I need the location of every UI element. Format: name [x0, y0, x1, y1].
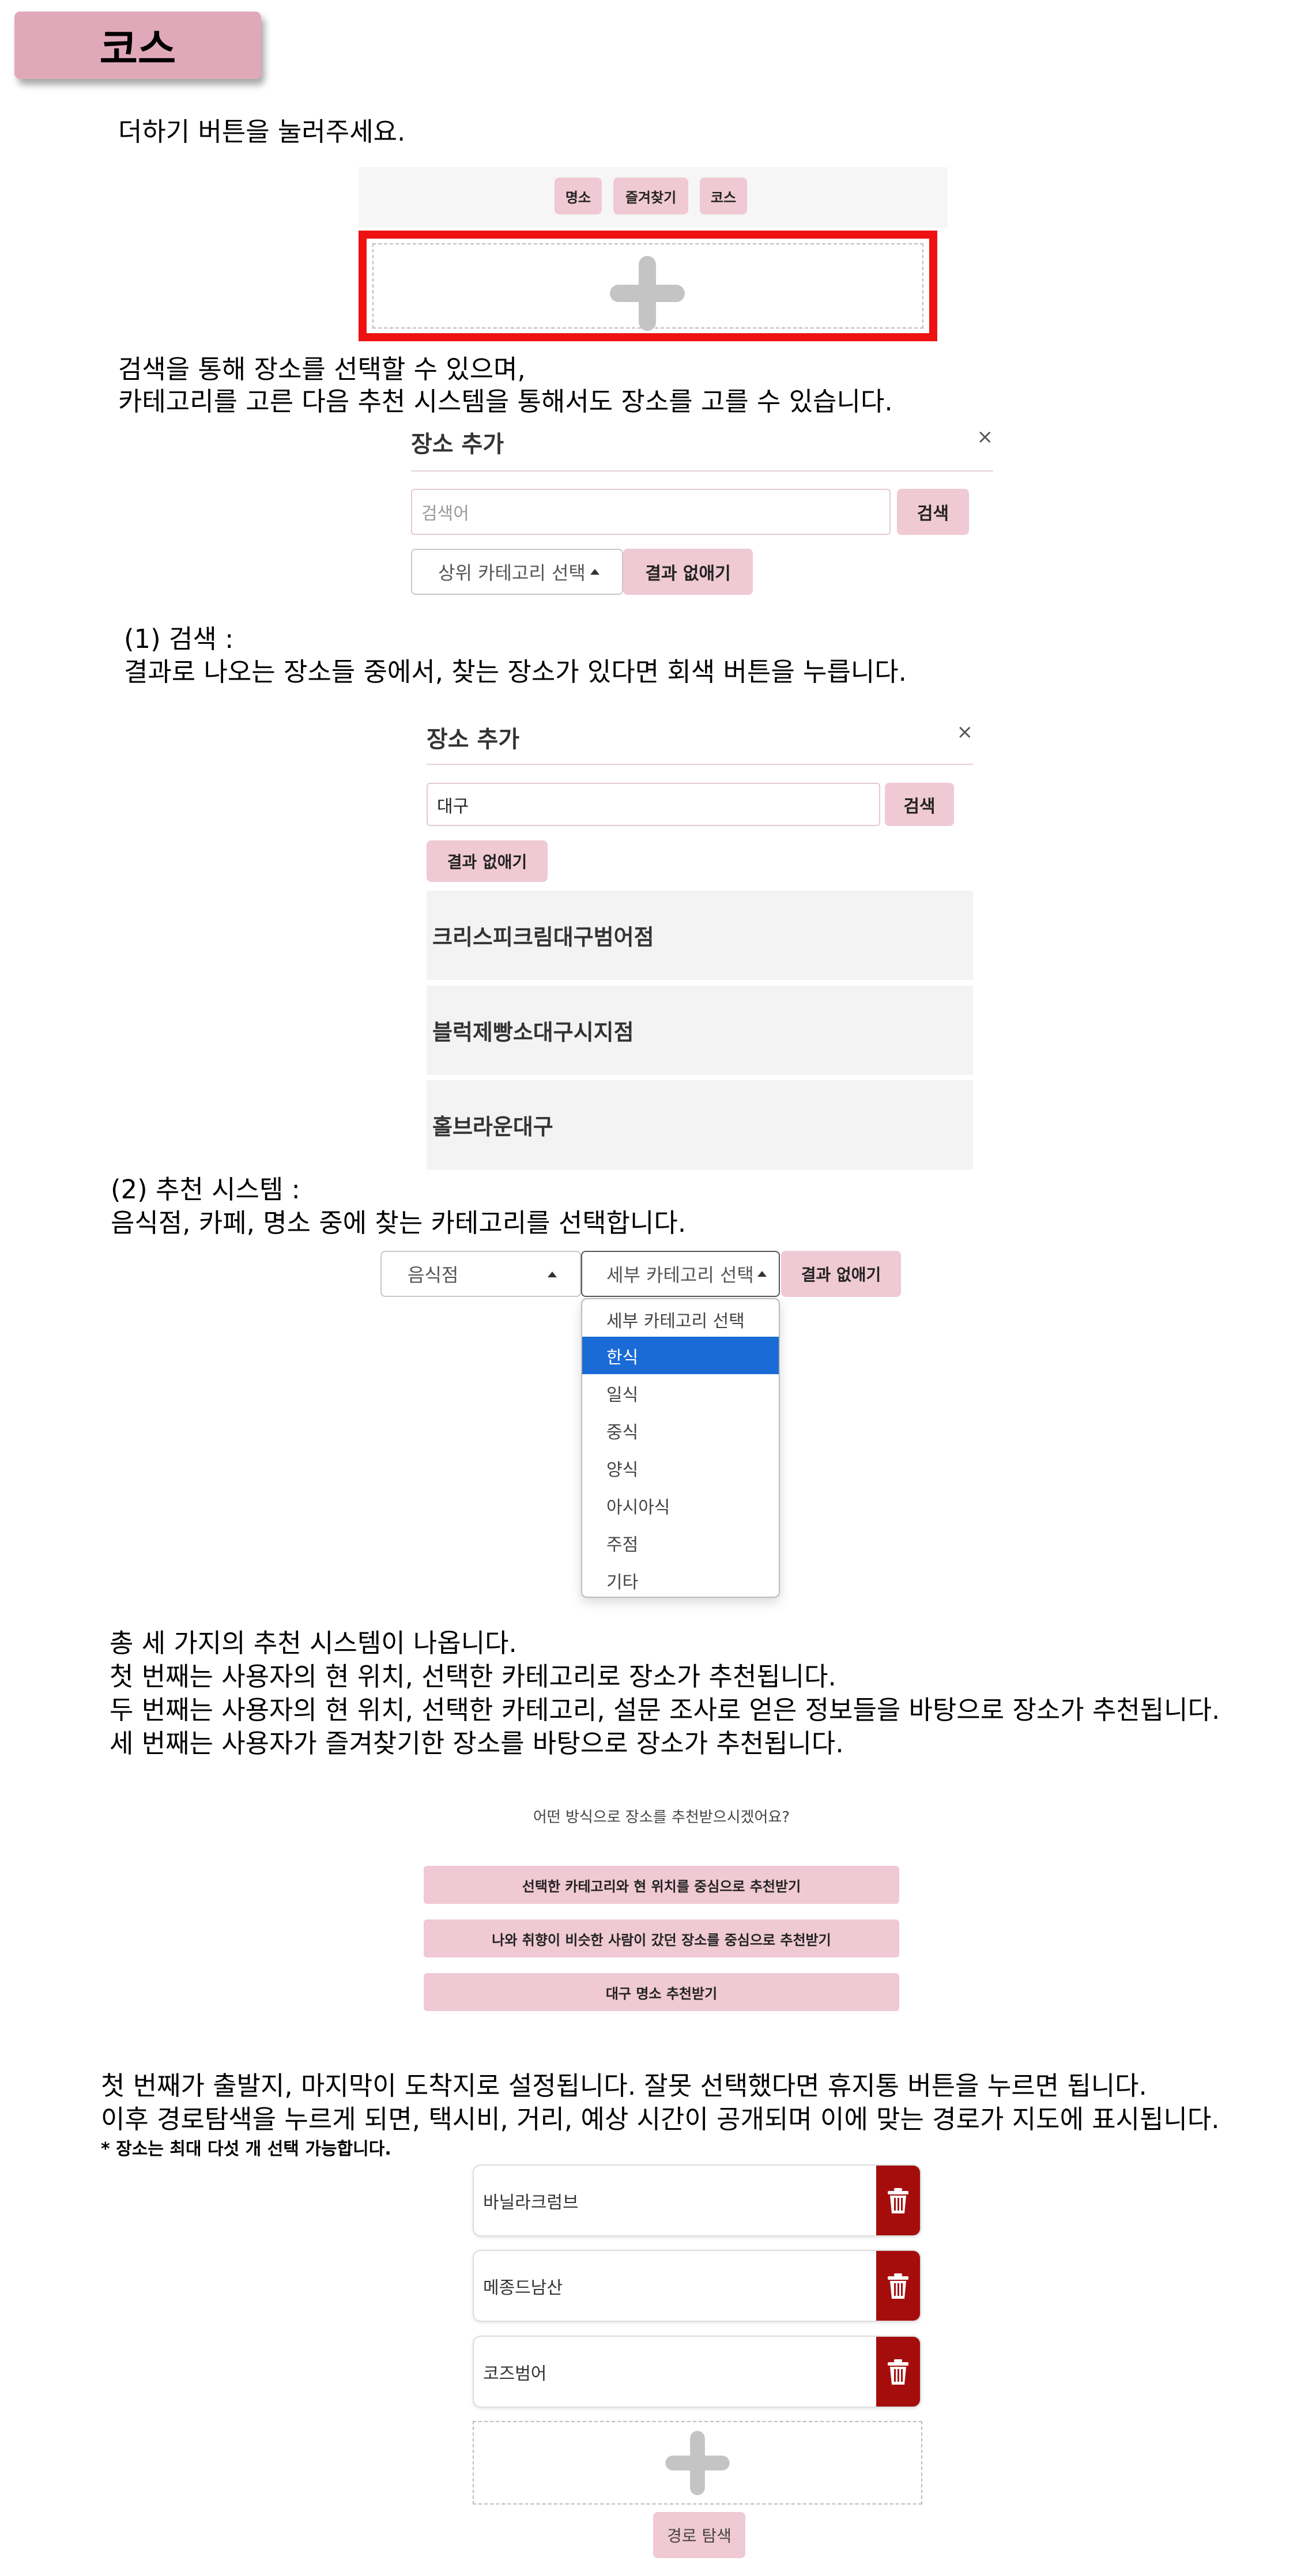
recommend-info-line: 세 번째는 사용자가 즐겨찾기한 장소를 바탕으로 장소가 추천됩니다.: [110, 1728, 844, 1759]
place-name: 메종드남산: [483, 2277, 563, 2298]
dropdown-option[interactable]: 중식: [582, 1412, 779, 1449]
page-title-badge: 코스: [14, 12, 261, 79]
add-place-modal-2: 장소 추가 × 대구 검색 결과 없애기 크리스피크림대구범어점 블럭제빵소대구…: [427, 715, 973, 1170]
recommend-info-line: 두 번째는 사용자의 현 위치, 선택한 카테고리, 설문 조사로 얻은 정보들…: [110, 1695, 1220, 1725]
dropdown-option[interactable]: 양식: [582, 1449, 779, 1487]
delete-place-button[interactable]: [876, 2251, 920, 2321]
recommend-option-category-location[interactable]: 선택한 카테고리와 현 위치를 중심으로 추천받기: [424, 1866, 899, 1904]
close-icon[interactable]: ×: [977, 425, 994, 448]
plus-icon: [665, 2430, 730, 2495]
recommend-info-line: 총 세 가지의 추천 시스템이 나옵니다.: [110, 1628, 517, 1658]
instruction-add: 더하기 버튼을 눌러주세요.: [118, 116, 406, 147]
tab-favorites[interactable]: 즐겨찾기: [613, 178, 688, 214]
dropdown-option[interactable]: 세부 카테고리 선택: [582, 1299, 779, 1337]
clear-results-button[interactable]: 결과 없애기: [427, 840, 548, 882]
selected-place-card: 메종드남산: [473, 2250, 921, 2322]
tab-bar: 명소 즐겨찾기 코스: [359, 167, 948, 228]
dropdown-option[interactable]: 아시아식: [582, 1487, 779, 1524]
add-place-area[interactable]: [473, 2421, 922, 2505]
page-title: 코스: [99, 25, 176, 73]
clear-results-button[interactable]: 결과 없애기: [781, 1251, 901, 1297]
place-name: 코즈범어: [483, 2363, 547, 2384]
sub-category-label: 세부 카테고리 선택: [606, 1264, 754, 1286]
category-select[interactable]: 상위 카테고리 선택: [411, 549, 623, 595]
caret-up-icon: [548, 1272, 557, 1277]
recommend-description: 음식점, 카페, 명소 중에 찾는 카테고리를 선택합니다.: [111, 1208, 687, 1238]
instruction-search-line2: 카테고리를 고른 다음 추천 시스템을 통해서도 장소를 고를 수 있습니다.: [118, 386, 893, 417]
delete-place-button[interactable]: [876, 2337, 920, 2407]
search-description: 결과로 나오는 장소들 중에서, 찾는 장소가 있다면 회색 버튼을 누릅니다.: [124, 657, 907, 687]
place-name: 바닐라크럼브: [483, 2192, 579, 2213]
route-search-button[interactable]: 경로 탐색: [653, 2512, 745, 2558]
dropdown-option[interactable]: 일식: [582, 1374, 779, 1412]
search-heading: (1) 검색 :: [124, 624, 234, 654]
route-info-line1: 첫 번째가 출발지, 마지막이 도착지로 설정됩니다. 잘못 선택했다면 휴지통…: [101, 2070, 1147, 2101]
trash-icon: [888, 2359, 908, 2385]
result-item[interactable]: 블럭제빵소대구시지점: [427, 986, 973, 1075]
top-category-label: 음식점: [408, 1264, 459, 1286]
selected-place-card: 바닐라크럼브: [473, 2164, 921, 2236]
modal-title: 장소 추가: [427, 726, 520, 753]
tab-attractions[interactable]: 명소: [555, 178, 602, 214]
close-icon[interactable]: ×: [957, 721, 974, 744]
recommend-option-similar-users[interactable]: 나와 취향이 비슷한 사람이 갔던 장소를 중심으로 추천받기: [424, 1919, 899, 1958]
caret-up-icon: [590, 569, 599, 575]
search-input[interactable]: 대구: [427, 783, 880, 826]
highlight-box: [359, 231, 937, 341]
sub-category-select[interactable]: 세부 카테고리 선택: [581, 1251, 780, 1297]
dropdown-option-selected[interactable]: 한식: [582, 1337, 779, 1374]
instruction-search-line1: 검색을 통해 장소를 선택할 수 있으며,: [118, 354, 526, 384]
modal-divider: [427, 764, 973, 765]
recommend-heading: (2) 추천 시스템 :: [111, 1174, 300, 1205]
clear-results-button[interactable]: 결과 없애기: [623, 549, 753, 595]
search-input[interactable]: 검색어: [411, 489, 891, 535]
caret-up-icon: [757, 1271, 767, 1277]
top-category-select[interactable]: 음식점: [380, 1251, 581, 1297]
category-select-label: 상위 카테고리 선택: [438, 562, 586, 584]
plus-icon: [610, 256, 685, 331]
search-button[interactable]: 검색: [897, 489, 969, 535]
trash-icon: [888, 2273, 908, 2299]
search-button[interactable]: 검색: [885, 783, 954, 826]
modal-title: 장소 추가: [411, 431, 504, 458]
max-places-note: * 장소는 최대 다섯 개 선택 가능합니다.: [101, 2139, 391, 2159]
trash-icon: [888, 2187, 908, 2213]
recommend-info-line: 첫 번째는 사용자의 현 위치, 선택한 카테고리로 장소가 추천됩니다.: [110, 1661, 836, 1692]
route-info-line2: 이후 경로탐색을 누르게 되면, 택시비, 거리, 예상 시간이 공개되며 이에…: [101, 2104, 1220, 2134]
dropdown-option[interactable]: 기타: [582, 1562, 779, 1597]
result-item[interactable]: 홀브라운대구: [427, 1080, 973, 1170]
add-place-modal-1: 장소 추가 × 검색어 검색 상위 카테고리 선택 결과 없애기: [411, 420, 993, 598]
sub-category-dropdown: 세부 카테고리 선택 한식 일식 중식 양식 아시아식 주점 기타: [581, 1298, 780, 1598]
result-item[interactable]: 크리스피크림대구범어점: [427, 891, 973, 980]
recommend-question: 어떤 방식으로 장소를 추천받으시겠어요?: [533, 1809, 790, 1826]
add-place-area[interactable]: [372, 243, 923, 331]
tab-course[interactable]: 코스: [700, 178, 747, 214]
recommend-option-daegu-attractions[interactable]: 대구 명소 추천받기: [424, 1973, 899, 2011]
dropdown-option[interactable]: 주점: [582, 1524, 779, 1562]
delete-place-button[interactable]: [876, 2166, 920, 2235]
modal-divider: [411, 470, 993, 472]
selected-place-card: 코즈범어: [473, 2336, 921, 2408]
